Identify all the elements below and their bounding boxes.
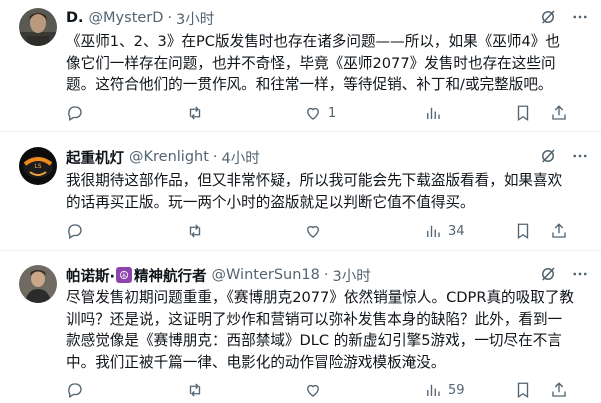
bookmark-icon bbox=[517, 382, 529, 399]
tweet-text-line: 尽管发售初期问题重重，《赛博朋克2077》依然销量惊人。CDPR真的吸取了教 bbox=[66, 289, 575, 306]
tweet-text: 《巫师1、2、3》在PC版发售时也存在诸多问题——所以，如果《巫师4》也 像它们… bbox=[66, 31, 586, 96]
share-button[interactable] bbox=[550, 379, 568, 401]
share-icon bbox=[552, 223, 566, 238]
tweet[interactable]: 帕诺斯· ☮ 精神航行者 @WinterSun18 · 3小时 尽管发售初期问题… bbox=[0, 251, 601, 403]
display-name-suffix[interactable]: 精神航行者 bbox=[134, 265, 207, 286]
separator-dot: · bbox=[323, 267, 329, 283]
tweet-text-line: 《巫师1、2、3》在PC版发售时也存在诸多问题——所以，如果《巫师4》也 bbox=[66, 33, 560, 50]
tweet-text: 尽管发售初期问题重重，《赛博朋克2077》依然销量惊人。CDPR真的吸取了教 训… bbox=[66, 287, 586, 373]
reply-button[interactable] bbox=[66, 379, 90, 401]
display-name[interactable]: 帕诺斯· bbox=[66, 265, 115, 286]
tweet-top-actions bbox=[539, 8, 589, 26]
user-handle[interactable]: @MysterD bbox=[89, 10, 164, 26]
display-name[interactable]: D. bbox=[66, 10, 84, 26]
reply-icon bbox=[68, 383, 82, 398]
tweet-text-line: 中。我们正被千篇一律、电影化的动作冒险游戏模板淹没。 bbox=[66, 353, 446, 371]
tweet-top-actions bbox=[539, 265, 589, 283]
tweet[interactable]: D. @MysterD · 3小时 《巫师1、2、3》在PC版发售时也存在诸多问… bbox=[0, 0, 601, 129]
like-count: 1 bbox=[328, 105, 337, 121]
timestamp[interactable]: 3小时 bbox=[176, 8, 214, 29]
timestamp[interactable]: 3小时 bbox=[332, 265, 370, 286]
tweet-feed: D. @MysterD · 3小时 《巫师1、2、3》在PC版发售时也存在诸多问… bbox=[0, 0, 601, 403]
views-count: 34 bbox=[448, 223, 465, 239]
like-button[interactable] bbox=[304, 220, 328, 242]
more-icon[interactable] bbox=[571, 265, 589, 283]
tweet-actions: 59 bbox=[66, 379, 586, 401]
tweet-text-line: 题。这符合他们的一贯作风。和往常一样，等待促销、补丁和/或完整版吧。 bbox=[66, 76, 553, 93]
tweet[interactable]: LS 起重机灯 @Krenlight · 4小时 我很期待这部作品，但又非常怀疑… bbox=[0, 132, 601, 256]
separator-dot: · bbox=[167, 10, 173, 26]
tweet-actions: 34 bbox=[66, 220, 586, 242]
display-name[interactable]: 起重机灯 bbox=[66, 147, 124, 168]
user-handle[interactable]: @WinterSun18 bbox=[212, 267, 320, 283]
share-button[interactable] bbox=[550, 102, 568, 124]
svg-text:LS: LS bbox=[34, 163, 41, 170]
views-button[interactable]: 59 bbox=[424, 379, 465, 401]
tweet-actions: 1 bbox=[66, 102, 586, 124]
avatar[interactable]: LS bbox=[19, 147, 57, 185]
more-icon[interactable] bbox=[571, 147, 589, 165]
avatar[interactable] bbox=[19, 8, 57, 46]
views-button[interactable] bbox=[424, 102, 448, 124]
tweet-header: 起重机灯 @Krenlight · 4小时 bbox=[66, 147, 260, 167]
tweet-text-line: 我很期待这部作品，但又非常怀疑，所以我可能会先下载盗版看看，如果喜欢 bbox=[66, 172, 563, 189]
views-count: 59 bbox=[448, 382, 465, 398]
tweet-text: 我很期待这部作品，但又非常怀疑，所以我可能会先下载盗版看看，如果喜欢 的话再买正… bbox=[66, 170, 586, 213]
retweet-button[interactable] bbox=[186, 102, 210, 124]
avatar[interactable] bbox=[19, 265, 57, 303]
share-button[interactable] bbox=[550, 220, 568, 242]
more-icon[interactable] bbox=[571, 8, 589, 26]
reply-icon bbox=[68, 106, 82, 121]
retweet-icon bbox=[189, 106, 201, 120]
tweet-header: D. @MysterD · 3小时 bbox=[66, 8, 214, 28]
grok-icon[interactable] bbox=[539, 265, 557, 283]
tweet-header: 帕诺斯· ☮ 精神航行者 @WinterSun18 · 3小时 bbox=[66, 265, 371, 285]
grok-icon[interactable] bbox=[539, 147, 557, 165]
tweet-top-actions bbox=[539, 147, 589, 165]
bookmark-icon bbox=[517, 223, 529, 240]
bookmark-button[interactable] bbox=[514, 220, 532, 242]
like-icon bbox=[307, 225, 319, 238]
tweet-text-line: 的话再买正版。玩一两个小时的盗版就足以判断它值不值得买。 bbox=[66, 193, 475, 211]
retweet-button[interactable] bbox=[186, 379, 210, 401]
retweet-icon bbox=[189, 224, 201, 238]
reply-button[interactable] bbox=[66, 220, 90, 242]
bookmark-button[interactable] bbox=[514, 379, 532, 401]
tweet-text-line: 像它们一样存在问题，也并不奇怪，毕竟《巫师2077》发售时也存在这些问 bbox=[66, 54, 556, 72]
like-button[interactable]: 1 bbox=[304, 102, 336, 124]
separator-dot: · bbox=[212, 149, 218, 165]
retweet-button[interactable] bbox=[186, 220, 210, 242]
retweet-icon bbox=[189, 383, 201, 397]
share-icon bbox=[552, 382, 566, 397]
user-handle[interactable]: @Krenlight bbox=[129, 149, 209, 165]
like-icon bbox=[307, 107, 319, 120]
views-icon bbox=[427, 107, 440, 119]
share-icon bbox=[552, 105, 566, 120]
views-icon bbox=[427, 384, 440, 396]
tweet-text-line: 款感觉像是《赛博朋克：西部禁域》DLC 的新虚幻引擎5游戏，一切尽在不言 bbox=[66, 332, 562, 349]
reply-button[interactable] bbox=[66, 102, 90, 124]
like-button[interactable] bbox=[304, 379, 328, 401]
grok-icon[interactable] bbox=[539, 8, 557, 26]
reply-icon bbox=[68, 224, 82, 239]
bookmark-button[interactable] bbox=[514, 102, 532, 124]
views-icon bbox=[427, 225, 440, 237]
bookmark-icon bbox=[517, 105, 529, 122]
peace-badge-icon: ☮ bbox=[116, 267, 133, 283]
tweet-text-line: 训吗？还是说，这证明了炒作和营销可以弥补发售本身的缺陷？此外，看到一 bbox=[66, 310, 563, 328]
like-icon bbox=[307, 384, 319, 397]
timestamp[interactable]: 4小时 bbox=[222, 147, 260, 168]
views-button[interactable]: 34 bbox=[424, 220, 465, 242]
